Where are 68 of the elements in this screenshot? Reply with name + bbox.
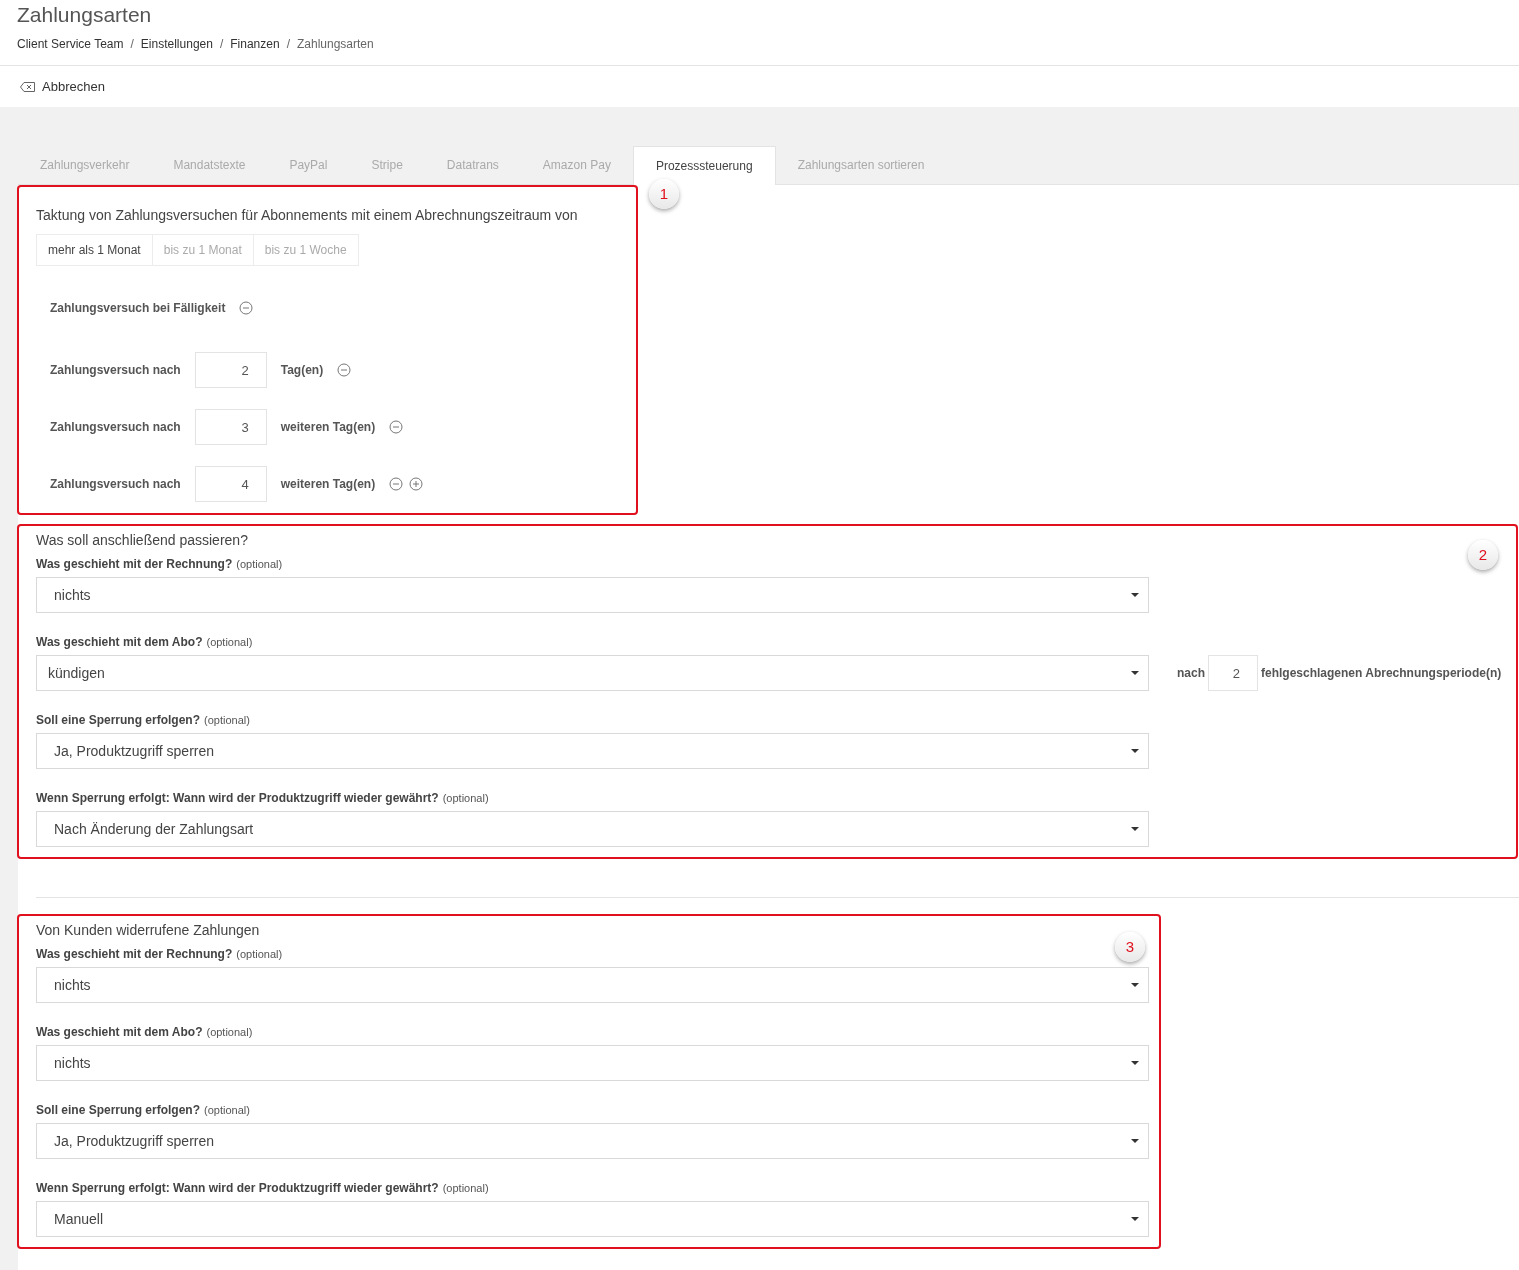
period-tab[interactable]: mehr als 1 Monat bbox=[36, 234, 153, 266]
optional-hint: (optional) bbox=[206, 1025, 253, 1040]
field-label: Soll eine Sperrung erfolgen? bbox=[36, 712, 201, 729]
breadcrumb-link[interactable]: Zahlungsarten bbox=[296, 35, 374, 53]
annotation-number: 2 bbox=[1468, 540, 1498, 570]
select-field[interactable]: kündigen bbox=[36, 655, 1149, 691]
breadcrumb-separator: / bbox=[219, 36, 224, 53]
optional-hint: (optional) bbox=[442, 1181, 489, 1196]
section-title: Taktung von Zahlungsversuchen für Abonnements mit einem Abrechnungszeitraum von bbox=[36, 206, 579, 225]
field-label: Was geschieht mit dem Abo? bbox=[36, 634, 203, 651]
field-label: fehlgeschlagenen Abrechnungsperiode(n) bbox=[1261, 665, 1502, 682]
attempt-label: Zahlungsversuch nach bbox=[50, 419, 181, 436]
unit-label: weiteren Tag(en) bbox=[280, 419, 376, 436]
caret-icon bbox=[1131, 1139, 1139, 1143]
optional-hint: (optional) bbox=[236, 557, 283, 572]
attempt-label: Zahlungsversuch bei Fälligkeit bbox=[50, 300, 226, 317]
caret-icon bbox=[1131, 1217, 1139, 1221]
select-field[interactable]: Ja, Produktzugriff sperren bbox=[36, 733, 1149, 769]
remove-icon[interactable] bbox=[239, 301, 254, 315]
select-field[interactable]: nichts bbox=[36, 1045, 1149, 1081]
field-label: Wenn Sperrung erfolgt: Wann wird der Produktzugriff wieder gewährt? bbox=[36, 790, 439, 807]
backspace-icon bbox=[20, 81, 35, 92]
select-field[interactable]: Manuell bbox=[36, 1201, 1149, 1237]
field-label: nach bbox=[1177, 665, 1205, 682]
remove-icon[interactable] bbox=[337, 363, 352, 377]
section-title: Was soll anschließend passieren? bbox=[36, 531, 249, 549]
caret-icon bbox=[1131, 749, 1139, 753]
caret-icon bbox=[1131, 983, 1139, 987]
caret-icon bbox=[1131, 1061, 1139, 1065]
number-field[interactable]: 4 bbox=[194, 466, 267, 502]
annotation-number: 3 bbox=[1115, 932, 1145, 962]
field-label: Wenn Sperrung erfolgt: Wann wird der Produktzugriff wieder gewährt? bbox=[36, 1180, 439, 1197]
page-title: Zahlungsarten bbox=[17, 2, 153, 28]
add-icon[interactable] bbox=[409, 477, 424, 491]
optional-hint: (optional) bbox=[204, 1103, 250, 1118]
remove-icon[interactable] bbox=[389, 477, 404, 491]
select-field[interactable]: Nach Änderung der Zahlungsart bbox=[36, 811, 1149, 847]
field-label: Was geschieht mit der Rechnung? bbox=[36, 946, 233, 963]
field-label: Soll eine Sperrung erfolgen? bbox=[36, 1102, 201, 1119]
caret-icon bbox=[1131, 827, 1139, 831]
breadcrumb-link[interactable]: Finanzen bbox=[230, 35, 280, 53]
optional-hint: (optional) bbox=[442, 791, 489, 806]
select-field[interactable]: Ja, Produktzugriff sperren bbox=[36, 1123, 1149, 1159]
select-field[interactable]: nichts bbox=[36, 967, 1149, 1003]
caret-icon bbox=[1131, 593, 1139, 597]
section-title: Von Kunden widerrufene Zahlungen bbox=[36, 921, 261, 939]
optional-hint: (optional) bbox=[236, 947, 283, 962]
attempt-label: Zahlungsversuch nach bbox=[50, 476, 181, 493]
breadcrumb-link[interactable]: Einstellungen bbox=[140, 35, 213, 53]
unit-label: Tag(en) bbox=[280, 362, 324, 379]
optional-hint: (optional) bbox=[206, 635, 253, 650]
number-field[interactable]: 3 bbox=[194, 409, 267, 445]
breadcrumb-separator: / bbox=[130, 36, 134, 53]
remove-icon[interactable] bbox=[389, 420, 404, 434]
annotation-number: 1 bbox=[649, 179, 679, 209]
cancel-button[interactable]: Abbrechen bbox=[20, 76, 105, 97]
select-field[interactable]: nichts bbox=[36, 577, 1149, 613]
number-field[interactable]: 2 bbox=[1208, 655, 1258, 691]
attempt-label: Zahlungsversuch nach bbox=[50, 362, 181, 379]
caret-icon bbox=[1131, 671, 1139, 675]
tab[interactable]: Prozesssteuerung bbox=[632, 146, 776, 185]
unit-label: weiteren Tag(en) bbox=[280, 476, 376, 493]
breadcrumb-link[interactable]: Client Service Team bbox=[17, 35, 124, 53]
number-field[interactable]: 2 bbox=[194, 352, 267, 388]
field-label: Was geschieht mit der Rechnung? bbox=[36, 556, 233, 573]
breadcrumb-separator: / bbox=[286, 36, 290, 53]
optional-hint: (optional) bbox=[204, 713, 250, 728]
field-label: Was geschieht mit dem Abo? bbox=[36, 1024, 203, 1041]
